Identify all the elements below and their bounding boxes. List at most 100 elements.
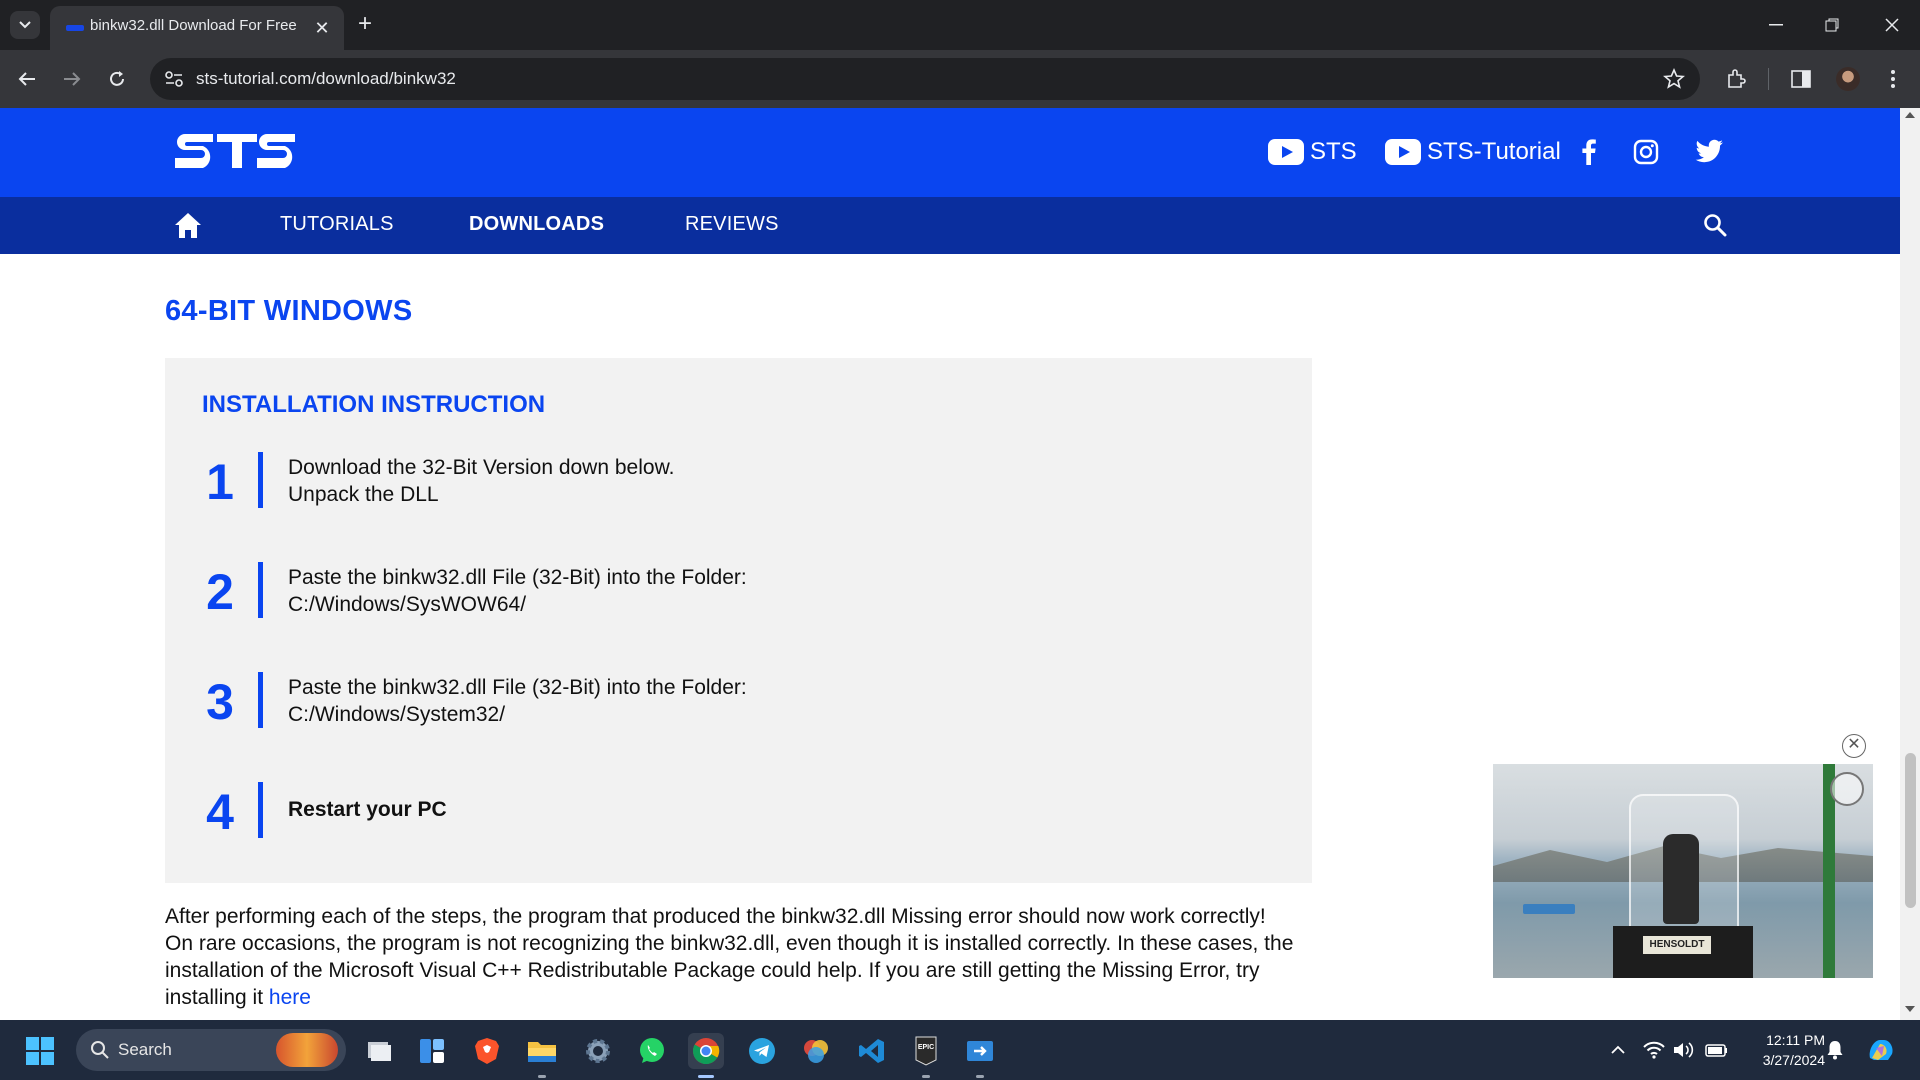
step-line-1: Download the 32-Bit Version down below. (288, 456, 675, 479)
tab-close-icon[interactable]: ✕ (312, 18, 332, 38)
step-number: 4 (206, 784, 234, 840)
scrollbar-thumb[interactable] (1905, 753, 1916, 908)
page-scrollbar[interactable] (1900, 108, 1920, 1020)
youtube-icon (1268, 139, 1304, 165)
ad-plate-text: HENSOLDT (1643, 936, 1711, 954)
step-line-2: C:/Windows/System32/ (288, 703, 506, 726)
installation-instruction-box: INSTALLATION INSTRUCTION 1 Download the … (165, 358, 1312, 883)
nav-tutorials[interactable]: TUTORIALS (280, 213, 394, 236)
taskbar-whatsapp[interactable] (634, 1033, 670, 1069)
search-highlight-art (276, 1033, 338, 1067)
paragraph-rare-occasions-text: On rare occasions, the program is not re… (165, 932, 1294, 1009)
battery-status[interactable] (1705, 1040, 1727, 1060)
site-search-button[interactable] (1703, 213, 1727, 242)
remote-desktop-icon (967, 1041, 993, 1061)
back-button[interactable] (12, 64, 42, 94)
gear-icon (586, 1039, 610, 1063)
copilot-icon (1869, 1040, 1893, 1060)
article-body: After performing each of the steps, the … (165, 903, 1325, 1011)
chevron-up-icon (1611, 1045, 1625, 1054)
tab-search-button[interactable] (10, 11, 40, 39)
facebook-link[interactable] (1582, 130, 1596, 174)
vc-redist-link[interactable]: here (269, 986, 311, 1009)
wifi-icon (1643, 1041, 1665, 1059)
windows-start-icon[interactable] (26, 1037, 54, 1065)
url-text[interactable]: sts-tutorial.com/download/binkw32 (196, 69, 456, 89)
step-number: 2 (206, 564, 234, 620)
taskbar-telegram[interactable] (744, 1033, 780, 1069)
running-indicator (698, 1075, 714, 1078)
twitter-link[interactable] (1694, 130, 1724, 174)
show-hidden-icons[interactable] (1607, 1040, 1629, 1060)
sts-logo[interactable] (173, 130, 297, 174)
browser-tab-strip: binkw32.dll Download For Free ✕ + (0, 0, 1920, 50)
new-tab-button[interactable]: + (352, 12, 378, 38)
bookmark-star-icon[interactable] (1662, 67, 1686, 91)
instruction-title: INSTALLATION INSTRUCTION (202, 391, 546, 418)
ad-close-button[interactable]: ✕ (1842, 734, 1866, 758)
minimize-icon (1769, 24, 1783, 26)
volume-status[interactable] (1673, 1040, 1695, 1060)
step-4: 4 Restart your PC (202, 782, 1202, 842)
davinci-resolve-icon (804, 1040, 828, 1063)
svg-text:EPIC: EPIC (918, 1044, 934, 1051)
taskbar-search[interactable]: Search (76, 1029, 346, 1071)
task-view-icon (368, 1042, 391, 1061)
nav-reviews[interactable]: REVIEWS (685, 213, 779, 236)
ad-device (1663, 834, 1699, 924)
close-window-button[interactable] (1872, 10, 1912, 40)
address-bar[interactable]: sts-tutorial.com/download/binkw32 (150, 58, 1700, 100)
taskbar-settings[interactable] (580, 1033, 616, 1069)
taskbar-search-label: Search (118, 1040, 172, 1059)
taskbar-brave[interactable] (469, 1033, 505, 1069)
tab-title: binkw32.dll Download For Free (90, 17, 297, 34)
video-ad[interactable]: HENSOLDT (1493, 764, 1873, 978)
taskbar-epic-games[interactable]: EPIC (908, 1033, 944, 1078)
side-panel-button[interactable] (1788, 66, 1814, 92)
restore-button[interactable] (1812, 10, 1852, 40)
nav-downloads[interactable]: DOWNLOADS (469, 213, 604, 236)
browser-tab-active[interactable]: binkw32.dll Download For Free ✕ (50, 6, 344, 50)
wifi-status[interactable] (1643, 1040, 1665, 1060)
home-link[interactable] (174, 211, 202, 244)
step-divider (258, 562, 263, 618)
minimize-button[interactable] (1756, 10, 1796, 40)
search-icon (91, 1041, 109, 1059)
site-info-icon (165, 71, 183, 87)
taskbar-chrome[interactable] (688, 1033, 724, 1078)
reload-button[interactable] (102, 64, 132, 94)
step-text: Download the 32-Bit Version down below. … (288, 454, 674, 508)
step-3: 3 Paste the binkw32.dll File (32-Bit) in… (202, 672, 1202, 732)
facebook-icon (1582, 139, 1596, 165)
scroll-down-arrow-icon[interactable] (1905, 1006, 1915, 1012)
step-2: 2 Paste the binkw32.dll File (32-Bit) in… (202, 562, 1202, 622)
taskbar-widgets[interactable] (414, 1033, 450, 1069)
forward-button[interactable] (57, 64, 87, 94)
taskbar-clock[interactable]: 12:11 PM 3/27/2024 (1737, 1030, 1825, 1070)
youtube-sts-link[interactable]: STS (1268, 130, 1357, 174)
step-line-2: C:/Windows/SysWOW64/ (288, 593, 527, 616)
taskbar-davinci[interactable] (798, 1033, 834, 1069)
taskbar-file-explorer[interactable] (524, 1033, 560, 1078)
extensions-button[interactable] (1723, 66, 1749, 92)
profile-avatar[interactable] (1836, 67, 1860, 91)
toolbar-divider (1768, 68, 1769, 90)
notifications-button[interactable] (1824, 1040, 1846, 1060)
scroll-up-arrow-icon[interactable] (1905, 112, 1915, 118)
taskbar-task-view[interactable] (360, 1033, 396, 1069)
instagram-link[interactable] (1633, 130, 1659, 174)
youtube-icon (1385, 139, 1421, 165)
taskbar-vscode[interactable] (854, 1033, 890, 1069)
ad-badge-icon (1830, 772, 1864, 806)
youtube-sts-tutorial-link[interactable]: STS-Tutorial (1385, 130, 1561, 174)
clock-time: 12:11 PM (1766, 1032, 1825, 1048)
epic-games-icon: EPIC (915, 1036, 937, 1066)
running-indicator (922, 1075, 930, 1078)
copilot-button[interactable] (1866, 1036, 1896, 1064)
chrome-menu-button[interactable] (1880, 66, 1906, 92)
site-header: STS STS-Tutorial (0, 108, 1900, 197)
taskbar-remote-app[interactable] (962, 1033, 998, 1078)
clock-date: 3/27/2024 (1762, 1052, 1825, 1068)
widgets-icon (420, 1039, 444, 1063)
step-text: Paste the binkw32.dll File (32-Bit) into… (288, 564, 747, 618)
